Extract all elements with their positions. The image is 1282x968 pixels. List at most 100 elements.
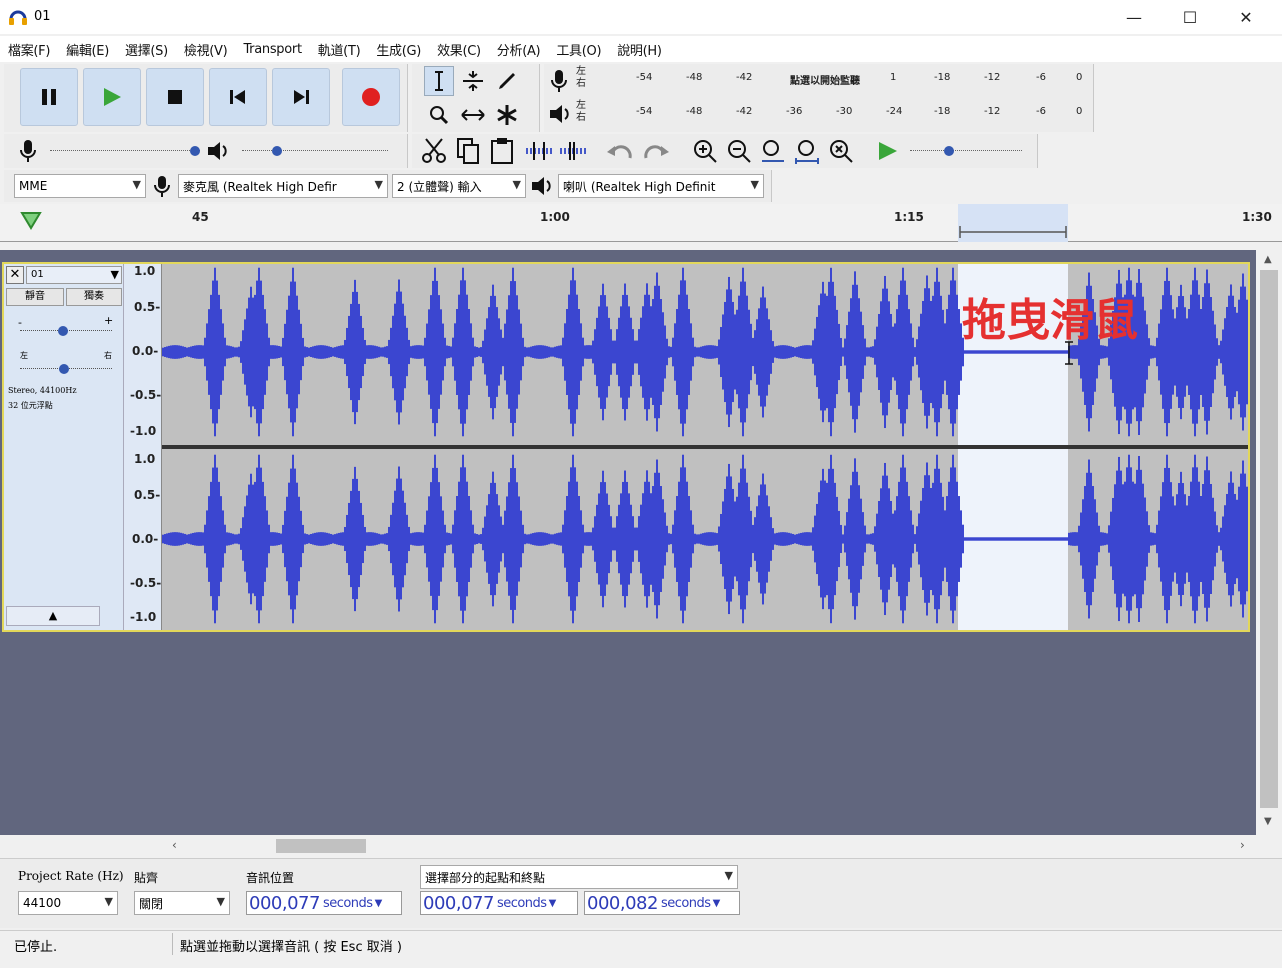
timeline-ruler[interactable]: 45 1:00 1:15 1:30: [0, 204, 1282, 242]
ruler-label: 1:00: [540, 210, 570, 224]
pan-right-label: 右: [104, 351, 112, 360]
play-meter-speaker-icon[interactable]: [548, 102, 572, 126]
time-unit: seconds: [496, 895, 547, 911]
play-button[interactable]: [83, 68, 141, 126]
multi-tool[interactable]: [492, 100, 522, 130]
menu-file[interactable]: 檔案(F): [8, 40, 50, 59]
mute-button[interactable]: 靜音: [6, 288, 64, 306]
play-meter[interactable]: -54 -48 -42 -36 -30 -24 -18 -12 -6 0: [594, 102, 1084, 128]
paste-icon[interactable]: [488, 136, 516, 166]
meter-tick: -54: [636, 106, 653, 117]
play-head-icon[interactable]: [20, 210, 42, 230]
scroll-right-icon[interactable]: ›: [1240, 838, 1245, 852]
stop-icon: [168, 90, 182, 104]
meter-tick: -24: [886, 106, 903, 117]
record-button[interactable]: [342, 68, 400, 126]
play-volume-thumb[interactable]: [270, 144, 284, 158]
maximize-button[interactable]: ☐: [1162, 0, 1218, 34]
vertical-scroll-thumb[interactable]: [1260, 270, 1278, 808]
ruler-label: 1:15: [894, 210, 924, 224]
selection-mode-select[interactable]: 選擇部分的起點和終點 ▼: [420, 865, 738, 889]
record-volume-thumb[interactable]: [188, 144, 202, 158]
play-at-speed-icon[interactable]: [876, 140, 900, 162]
play-speed-thumb[interactable]: [942, 144, 956, 158]
copy-icon[interactable]: [454, 136, 482, 166]
skip-start-button[interactable]: [209, 68, 267, 126]
scroll-up-icon[interactable]: ▲: [1264, 254, 1272, 265]
horizontal-scrollbar[interactable]: ‹ ›: [166, 836, 1256, 856]
menu-generate[interactable]: 生成(G): [376, 40, 421, 59]
selection-end-field[interactable]: 000,082 seconds ▼: [584, 891, 740, 915]
menu-effect[interactable]: 效果(C): [437, 40, 481, 59]
stop-button[interactable]: [146, 68, 204, 126]
output-speaker-icon: [532, 177, 551, 195]
i-beam-icon: [435, 71, 443, 91]
track-close-icon[interactable]: ✕: [6, 266, 24, 284]
menu-view[interactable]: 檢視(V): [184, 40, 228, 59]
play-meter-lr: 左右: [576, 100, 586, 123]
gain-thumb[interactable]: [56, 324, 70, 338]
output-device-select[interactable]: 喇叭 (Realtek High Definit ▼: [558, 174, 764, 198]
menu-select[interactable]: 選擇(S): [125, 40, 168, 59]
silence-icon[interactable]: [558, 140, 588, 162]
scale-label: 0.5-: [134, 488, 161, 502]
fit-project-icon[interactable]: [794, 138, 820, 164]
scroll-left-icon[interactable]: ‹: [172, 838, 177, 852]
audio-position-field[interactable]: 000,077 seconds ▼: [246, 891, 402, 915]
meter-tick: 1: [890, 72, 897, 83]
menu-help[interactable]: 說明(H): [617, 40, 662, 59]
meter-tick: -42: [736, 106, 753, 117]
menu-edit[interactable]: 編輯(E): [66, 40, 109, 59]
chevron-down-icon: ▼: [216, 895, 225, 908]
zoom-out-icon[interactable]: [726, 138, 752, 164]
time-shift-tool[interactable]: [458, 100, 488, 130]
chevron-down-icon: ▼: [724, 869, 733, 882]
undo-icon[interactable]: [606, 140, 636, 162]
track-name-menu[interactable]: 01 ▼: [26, 266, 122, 284]
close-button[interactable]: ✕: [1218, 0, 1274, 34]
collapse-track-button[interactable]: ▲: [6, 606, 100, 626]
time-unit: seconds: [322, 895, 373, 911]
envelope-tool[interactable]: [458, 66, 488, 96]
record-volume-slider[interactable]: [50, 150, 200, 152]
fit-selection-icon[interactable]: [760, 138, 786, 164]
scale-label: -0.5-: [130, 388, 162, 402]
scroll-down-icon[interactable]: ▼: [1264, 816, 1272, 827]
audio-host-select[interactable]: MME ▼: [14, 174, 146, 198]
project-rate-select[interactable]: 44100 ▼: [18, 891, 118, 915]
device-toolbar: MME ▼ 麥克風 (Realtek High Defir ▼ 2 (立體聲) 輸入…: [4, 170, 772, 202]
pause-button[interactable]: [20, 68, 78, 126]
zoom-tool[interactable]: [424, 100, 454, 130]
cut-icon[interactable]: [420, 136, 448, 166]
snap-select[interactable]: 關閉 ▼: [134, 891, 230, 915]
selection-range-marker[interactable]: [958, 224, 1068, 240]
record-meter[interactable]: -54 -48 -42 點選以開始監聽 1 -18 -12 -6 0: [594, 68, 1084, 94]
menu-tracks[interactable]: 軌道(T): [318, 40, 361, 59]
menu-transport[interactable]: Transport: [243, 42, 302, 57]
track-control-panel: ✕ 01 ▼ 靜音 獨奏 - + 左 右 Stereo, 44100Hz 32 …: [4, 264, 124, 630]
solo-button[interactable]: 獨奏: [66, 288, 122, 306]
redo-icon[interactable]: [640, 140, 670, 162]
menu-analyze[interactable]: 分析(A): [497, 40, 541, 59]
minimize-button[interactable]: —: [1106, 0, 1162, 34]
horizontal-scroll-thumb[interactable]: [276, 839, 366, 853]
scale-label: 0.0-: [132, 532, 159, 546]
input-mic-icon: [154, 176, 170, 197]
drag-annotation: 拖曳滑鼠: [962, 295, 1138, 346]
menu-tools[interactable]: 工具(O): [556, 40, 601, 59]
input-device-select[interactable]: 麥克風 (Realtek High Defir ▼: [178, 174, 388, 198]
vertical-scrollbar[interactable]: ▲ ▼: [1256, 250, 1282, 835]
selection-tool[interactable]: [424, 66, 454, 96]
zoom-toggle-icon[interactable]: [828, 138, 854, 164]
play-volume-slider[interactable]: [242, 150, 388, 152]
trim-icon[interactable]: [524, 140, 554, 162]
zoom-in-icon[interactable]: [692, 138, 718, 164]
pan-thumb[interactable]: [57, 362, 71, 376]
input-channels-select[interactable]: 2 (立體聲) 輸入 ▼: [392, 174, 526, 198]
input-device-value: 麥克風 (Realtek High Defir: [183, 179, 337, 194]
skip-end-button[interactable]: [272, 68, 330, 126]
selection-start-field[interactable]: 000,077 seconds ▼: [420, 891, 578, 915]
record-meter-mic-icon[interactable]: [548, 68, 570, 94]
play-speed-slider[interactable]: [910, 150, 1022, 152]
draw-tool[interactable]: [492, 66, 522, 96]
